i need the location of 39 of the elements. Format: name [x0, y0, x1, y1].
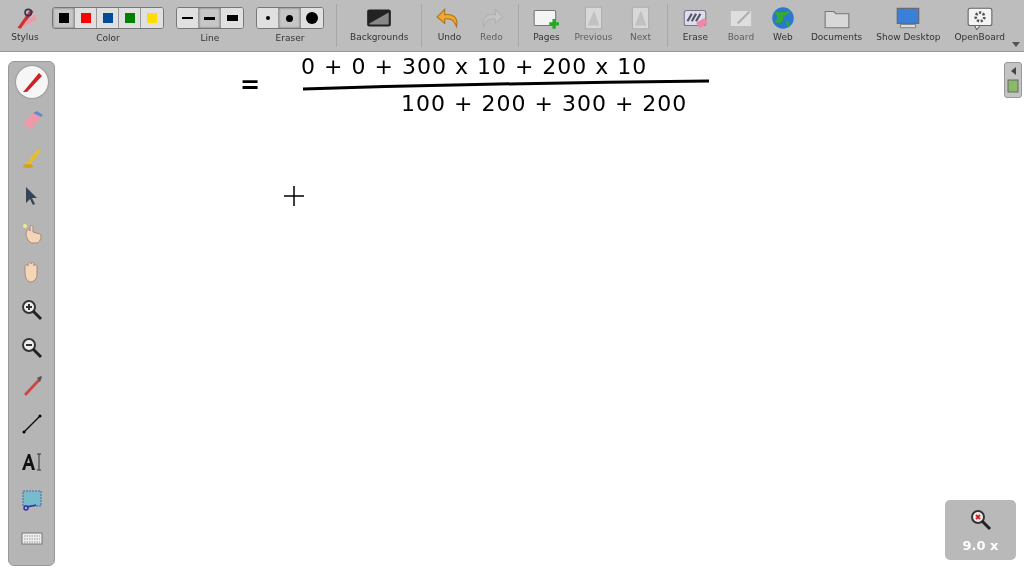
eraser-size-icon [286, 14, 293, 22]
eraser-size-option[interactable] [257, 8, 279, 28]
settings-icon [965, 6, 994, 30]
eraser-size-option[interactable] [279, 8, 301, 28]
handwritten-equals: = [240, 71, 262, 99]
mode-button[interactable]: OpenBoard [951, 0, 1008, 51]
line-width-option[interactable] [177, 8, 199, 28]
eraser-label: Eraser [275, 33, 305, 43]
line-width-icon [182, 17, 193, 19]
zoom-reset-icon[interactable] [968, 507, 993, 532]
eraser-size-icon [265, 16, 270, 20]
mode-button[interactable]: Show Desktop [873, 0, 944, 51]
zoom-level: 9.0 x [962, 537, 999, 553]
eraser-size-icon [306, 12, 318, 24]
color-swatch[interactable] [53, 8, 75, 28]
arrow-pointer-icon [25, 186, 38, 206]
toolbar-button[interactable]: Erase [678, 0, 713, 51]
caret-icon[interactable] [1012, 42, 1020, 47]
zoom-out-icon [19, 336, 44, 360]
handwritten-numerator: 0 + 0 + 300 x 10 + 200 x 10 [301, 54, 648, 79]
handwritten-denominator: 100 + 200 + 300 + 200 [401, 91, 688, 116]
crosshair-cursor-icon [284, 186, 304, 206]
side-panel-tab[interactable] [1004, 62, 1022, 98]
line-label: Line [200, 33, 220, 43]
toolbar-button[interactable]: Pages [529, 0, 564, 51]
zoom-in-icon [19, 298, 44, 322]
line-width-icon [226, 15, 238, 21]
mode-button[interactable]: Web [765, 0, 800, 51]
panel-toggle-icon [1006, 64, 1020, 96]
line-width-option[interactable] [199, 8, 221, 28]
stylus-button[interactable]: Stylus [8, 0, 42, 51]
toolbar-button[interactable]: Undo [432, 0, 467, 51]
line-width-icon [204, 16, 215, 20]
color-label: Color [96, 33, 120, 43]
backgrounds-icon [365, 6, 394, 30]
mode-button[interactable]: Documents [807, 0, 866, 51]
screen-capture-icon [19, 488, 44, 512]
toolbar-button[interactable]: Backgrounds [347, 0, 412, 51]
text-tool-icon [19, 450, 44, 474]
